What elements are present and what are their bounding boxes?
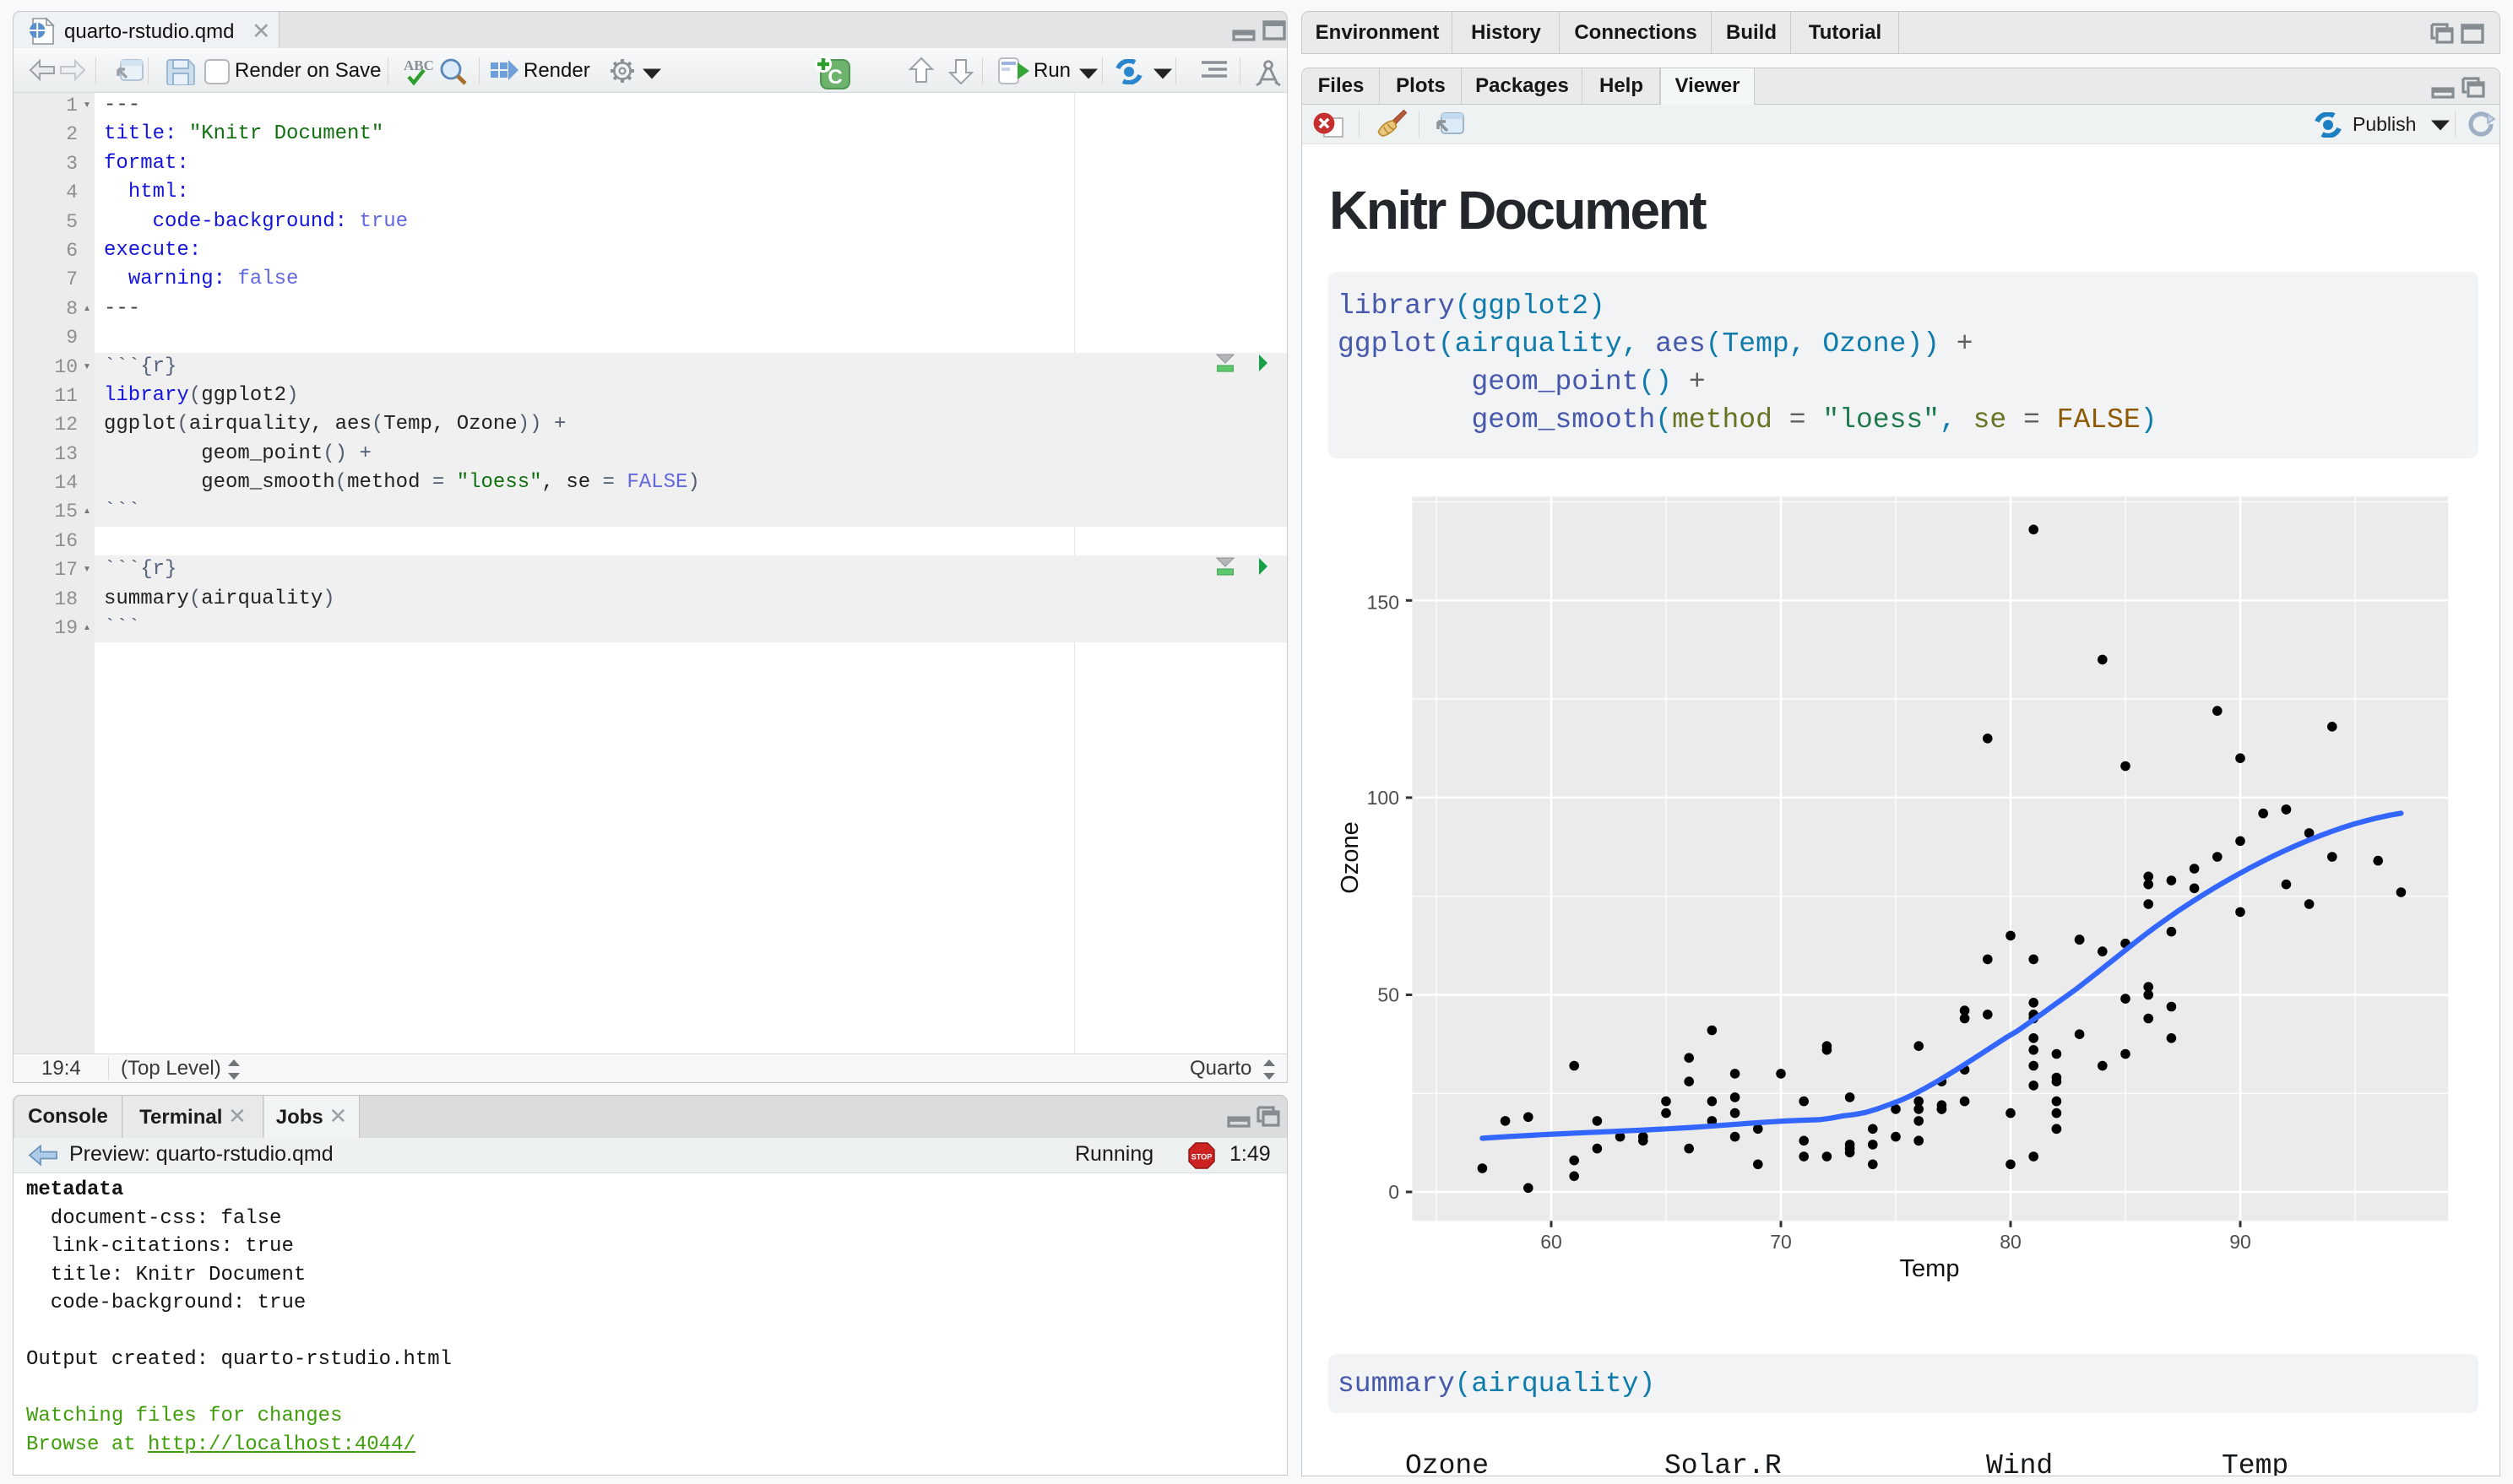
svg-text:Ozone: Ozone xyxy=(1337,821,1364,893)
svg-text:90: 90 xyxy=(2229,1231,2251,1253)
svg-text:100: 100 xyxy=(1367,787,1399,809)
svg-text:60: 60 xyxy=(1540,1231,1562,1253)
svg-text:Temp: Temp xyxy=(1900,1255,1960,1282)
svg-text:STOP: STOP xyxy=(1191,1152,1213,1161)
svg-text:70: 70 xyxy=(1770,1231,1792,1253)
svg-text:50: 50 xyxy=(1377,984,1399,1006)
svg-text:150: 150 xyxy=(1367,591,1399,613)
svg-text:80: 80 xyxy=(2000,1231,2022,1253)
svg-text:0: 0 xyxy=(1388,1181,1399,1203)
svg-text:ABC: ABC xyxy=(404,57,434,73)
